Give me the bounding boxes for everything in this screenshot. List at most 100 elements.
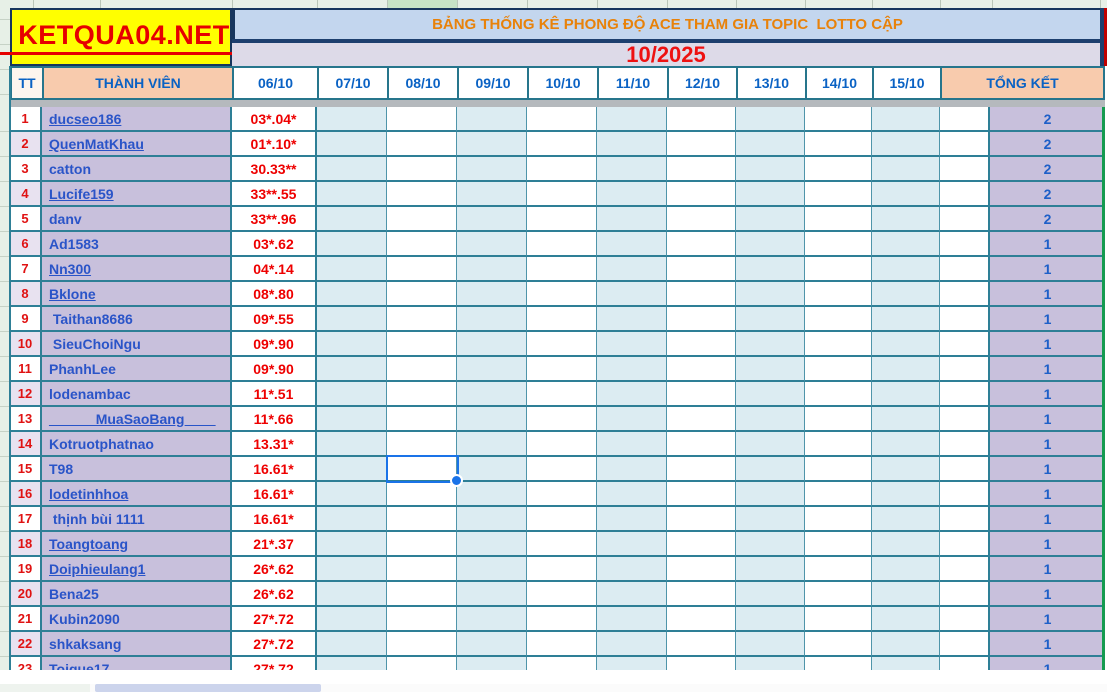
empty-date-cell[interactable] bbox=[317, 257, 387, 282]
empty-date-cell[interactable] bbox=[805, 357, 872, 382]
empty-date-cell[interactable] bbox=[736, 207, 805, 232]
empty-date-cell[interactable] bbox=[317, 432, 387, 457]
total-cell[interactable]: 1 bbox=[990, 307, 1105, 332]
gap-cell[interactable] bbox=[940, 507, 990, 532]
total-cell[interactable]: 1 bbox=[990, 457, 1105, 482]
total-cell[interactable]: 2 bbox=[990, 157, 1105, 182]
gap-cell[interactable] bbox=[940, 432, 990, 457]
empty-date-cell[interactable] bbox=[597, 432, 667, 457]
empty-date-cell[interactable] bbox=[527, 632, 597, 657]
score-cell[interactable]: 27*.72 bbox=[232, 607, 317, 632]
empty-date-cell[interactable] bbox=[667, 557, 736, 582]
empty-date-cell[interactable] bbox=[805, 107, 872, 132]
empty-date-cell[interactable] bbox=[805, 132, 872, 157]
empty-date-cell[interactable] bbox=[457, 432, 527, 457]
empty-date-cell[interactable] bbox=[667, 532, 736, 557]
empty-date-cell[interactable] bbox=[736, 407, 805, 432]
empty-date-cell[interactable] bbox=[387, 107, 457, 132]
empty-date-cell[interactable] bbox=[317, 457, 387, 482]
empty-date-cell[interactable] bbox=[805, 482, 872, 507]
empty-date-cell[interactable] bbox=[457, 307, 527, 332]
score-cell[interactable]: 27*.72 bbox=[232, 632, 317, 657]
empty-date-cell[interactable] bbox=[805, 157, 872, 182]
score-cell[interactable]: 13.31* bbox=[232, 432, 317, 457]
empty-date-cell[interactable] bbox=[527, 482, 597, 507]
column-header-date[interactable]: 15/10 bbox=[874, 68, 942, 98]
score-cell[interactable]: 30.33** bbox=[232, 157, 317, 182]
empty-date-cell[interactable] bbox=[457, 357, 527, 382]
empty-date-cell[interactable] bbox=[387, 257, 457, 282]
gap-cell[interactable] bbox=[940, 482, 990, 507]
empty-date-cell[interactable] bbox=[872, 532, 940, 557]
gap-cell[interactable] bbox=[940, 257, 990, 282]
member-name-cell[interactable]: Ad1583 bbox=[42, 232, 232, 257]
empty-date-cell[interactable] bbox=[667, 457, 736, 482]
total-cell[interactable]: 1 bbox=[990, 232, 1105, 257]
column-header-date[interactable]: 10/10 bbox=[529, 68, 599, 98]
empty-date-cell[interactable] bbox=[387, 507, 457, 532]
empty-date-cell[interactable] bbox=[597, 307, 667, 332]
gap-cell[interactable] bbox=[940, 532, 990, 557]
empty-date-cell[interactable] bbox=[317, 382, 387, 407]
gap-cell[interactable] bbox=[940, 182, 990, 207]
empty-date-cell[interactable] bbox=[527, 357, 597, 382]
empty-date-cell[interactable] bbox=[317, 207, 387, 232]
empty-date-cell[interactable] bbox=[667, 207, 736, 232]
column-header-date[interactable]: 08/10 bbox=[389, 68, 459, 98]
score-cell[interactable]: 21*.37 bbox=[232, 532, 317, 557]
column-header-total[interactable]: TỔNG KẾT bbox=[942, 68, 1103, 98]
empty-date-cell[interactable] bbox=[667, 282, 736, 307]
column-header-date[interactable]: 13/10 bbox=[738, 68, 807, 98]
empty-date-cell[interactable] bbox=[317, 332, 387, 357]
row-number-cell[interactable]: 13 bbox=[10, 407, 42, 432]
empty-date-cell[interactable] bbox=[457, 382, 527, 407]
gap-cell[interactable] bbox=[940, 207, 990, 232]
empty-date-cell[interactable] bbox=[317, 607, 387, 632]
empty-date-cell[interactable] bbox=[667, 107, 736, 132]
empty-date-cell[interactable] bbox=[736, 632, 805, 657]
empty-date-cell[interactable] bbox=[597, 382, 667, 407]
total-cell[interactable]: 1 bbox=[990, 282, 1105, 307]
empty-date-cell[interactable] bbox=[667, 232, 736, 257]
gap-cell[interactable] bbox=[940, 232, 990, 257]
total-cell[interactable]: 1 bbox=[990, 257, 1105, 282]
member-name-cell[interactable]: lodenambac bbox=[42, 382, 232, 407]
gap-cell[interactable] bbox=[940, 382, 990, 407]
empty-date-cell[interactable] bbox=[872, 307, 940, 332]
empty-date-cell[interactable] bbox=[317, 307, 387, 332]
score-cell[interactable]: 26*.62 bbox=[232, 582, 317, 607]
score-cell[interactable]: 01*.10* bbox=[232, 132, 317, 157]
empty-date-cell[interactable] bbox=[387, 332, 457, 357]
total-cell[interactable]: 1 bbox=[990, 407, 1105, 432]
total-cell[interactable]: 1 bbox=[990, 382, 1105, 407]
empty-date-cell[interactable] bbox=[457, 282, 527, 307]
total-cell[interactable]: 1 bbox=[990, 432, 1105, 457]
empty-date-cell[interactable] bbox=[872, 582, 940, 607]
gap-cell[interactable] bbox=[940, 457, 990, 482]
empty-date-cell[interactable] bbox=[457, 132, 527, 157]
empty-date-cell[interactable] bbox=[387, 582, 457, 607]
selected-cell[interactable] bbox=[386, 455, 459, 483]
score-cell[interactable]: 09*.90 bbox=[232, 357, 317, 382]
member-name-cell[interactable]: shkaksang bbox=[42, 632, 232, 657]
total-cell[interactable]: 2 bbox=[990, 132, 1105, 157]
row-number-cell[interactable]: 10 bbox=[10, 332, 42, 357]
score-cell[interactable]: 16.61* bbox=[232, 482, 317, 507]
column-header-member[interactable]: THÀNH VIÊN bbox=[44, 68, 234, 98]
column-header-date[interactable]: 14/10 bbox=[807, 68, 874, 98]
row-number-cell[interactable]: 5 bbox=[10, 207, 42, 232]
empty-date-cell[interactable] bbox=[457, 257, 527, 282]
empty-date-cell[interactable] bbox=[667, 382, 736, 407]
empty-date-cell[interactable] bbox=[527, 457, 597, 482]
empty-date-cell[interactable] bbox=[457, 407, 527, 432]
gap-cell[interactable] bbox=[940, 332, 990, 357]
score-cell[interactable]: 09*.55 bbox=[232, 307, 317, 332]
gap-cell[interactable] bbox=[940, 582, 990, 607]
empty-date-cell[interactable] bbox=[527, 432, 597, 457]
empty-date-cell[interactable] bbox=[597, 482, 667, 507]
empty-date-cell[interactable] bbox=[872, 632, 940, 657]
empty-date-cell[interactable] bbox=[387, 157, 457, 182]
empty-date-cell[interactable] bbox=[805, 257, 872, 282]
empty-date-cell[interactable] bbox=[736, 557, 805, 582]
empty-date-cell[interactable] bbox=[736, 332, 805, 357]
